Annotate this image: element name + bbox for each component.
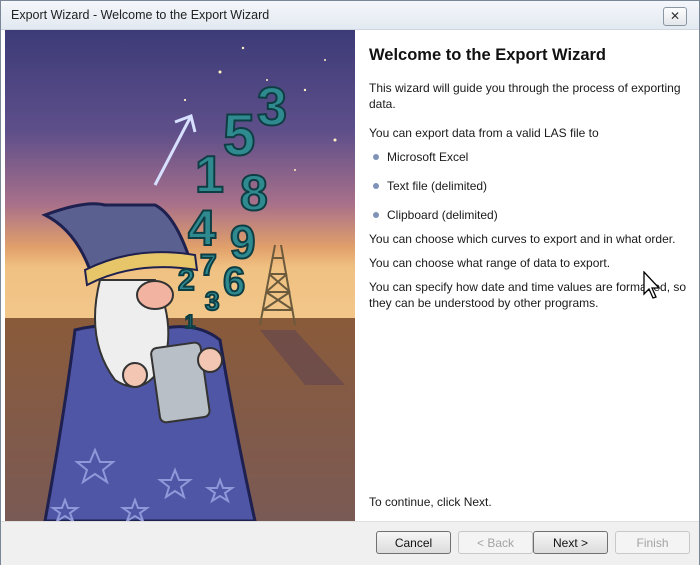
export-from-text: You can export data from a valid LAS fil… — [369, 126, 599, 140]
number-7: 7 — [200, 249, 217, 282]
title-bar: Export Wizard - Welcome to the Export Wi… — [1, 1, 699, 30]
next-button[interactable]: Next > — [533, 531, 608, 554]
number-1: 1 — [195, 146, 224, 204]
number-8: 8 — [240, 165, 268, 221]
bullet-icon — [373, 211, 379, 218]
number-3: 3 — [257, 77, 287, 137]
wizard-art-svg: 5 3 1 8 4 9 2 7 6 3 1 — [5, 30, 355, 521]
back-button[interactable]: < Back — [458, 531, 533, 554]
list-item-excel: Microsoft Excel — [373, 149, 673, 165]
format-text: You can specify how date and time values… — [369, 280, 687, 310]
cancel-button[interactable]: Cancel — [376, 531, 451, 554]
list-item-label: Text file (delimited) — [387, 179, 488, 193]
bullet-icon — [373, 153, 379, 160]
close-icon: ✕ — [669, 9, 681, 23]
wizard-illustration: 5 3 1 8 4 9 2 7 6 3 1 — [5, 30, 355, 521]
export-wizard-window: Export Wizard - Welcome to the Export Wi… — [0, 0, 700, 565]
number-3-small: 3 — [205, 286, 219, 316]
range-text: You can choose what range of data to exp… — [369, 256, 611, 270]
list-item-label: Microsoft Excel — [387, 150, 469, 164]
close-button[interactable]: ✕ — [663, 7, 687, 26]
wizard-content: Welcome to the Export Wizard This wizard… — [369, 30, 689, 521]
number-6: 6 — [223, 260, 245, 304]
window-title: Export Wizard - Welcome to the Export Wi… — [11, 8, 270, 22]
page-title: Welcome to the Export Wizard — [369, 46, 606, 64]
wizard-nose — [136, 280, 174, 310]
mouse-pointer-icon — [643, 271, 661, 299]
number-2: 2 — [178, 264, 195, 297]
list-item-label: Clipboard (delimited) — [387, 208, 498, 222]
list-item-text-file: Text file (delimited) — [373, 178, 673, 194]
intro-text: This wizard will guide you through the p… — [369, 81, 681, 111]
number-1-small: 1 — [185, 312, 195, 332]
bullet-icon — [373, 182, 379, 189]
list-item-clipboard: Clipboard (delimited) — [373, 207, 673, 223]
continue-text: To continue, click Next. — [369, 495, 492, 509]
finish-button[interactable]: Finish — [615, 531, 690, 554]
number-5: 5 — [223, 103, 255, 168]
number-4: 4 — [188, 200, 216, 256]
button-bar: Cancel < Back Next > Finish — [1, 521, 699, 565]
curves-text: You can choose which curves to export an… — [369, 232, 676, 246]
